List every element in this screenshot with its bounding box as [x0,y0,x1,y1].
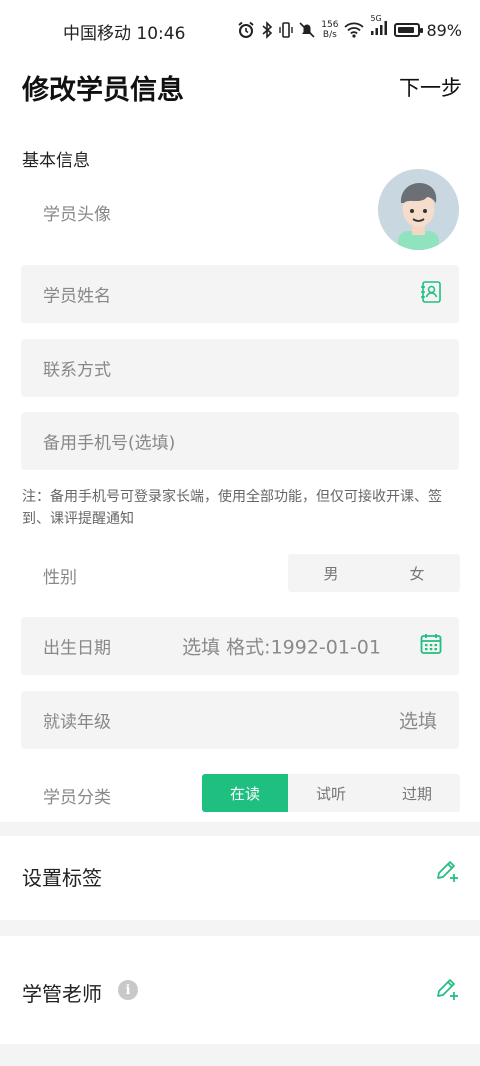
category-selector: 在读 试听 过期 [202,774,460,812]
grade-placeholder: 选填 [398,710,437,733]
section-basic-info: 基本信息 [22,151,90,171]
status-icons: 156 B/s 5G 89% [237,14,462,46]
birthday-placeholder: 选填 格式:1992-01-01 [182,636,381,659]
student-name-field[interactable]: 学员姓名 [21,265,459,323]
grade-label: 就读年级 [43,712,111,733]
page-header: 修改学员信息 下一步 [0,66,480,110]
gender-label: 性别 [43,568,77,588]
status-bar: 中国移动 10:46 156 B/s 5G 89% [0,0,480,60]
category-option-trial[interactable]: 试听 [288,774,374,812]
mute-bell-icon [299,22,315,38]
grade-field[interactable]: 就读年级 选填 [21,691,459,749]
wifi-icon [344,22,365,38]
backup-phone-note: 注：备用手机号可登录家长端，使用全部功能，但仅可接收开课、签到、课评提醒通知 [22,489,442,527]
birthday-field[interactable]: 出生日期 选填 格式:1992-01-01 [21,617,459,675]
info-icon[interactable]: i [118,980,138,1000]
gender-selector: 男 女 [288,554,460,592]
category-option-expired[interactable]: 过期 [374,774,460,812]
net-speed: 156 B/s [321,20,339,40]
gender-option-female[interactable]: 女 [374,554,460,592]
edit-tags-icon[interactable] [434,858,460,888]
student-avatar[interactable] [378,169,459,250]
battery-icon [394,23,424,37]
edit-student-screen: 中国移动 10:46 156 B/s 5G 89% 修改学员信息 下一步 基本信… [0,0,480,1066]
edit-teacher-icon[interactable] [434,976,460,1006]
section-divider [0,920,480,936]
bluetooth-icon [262,21,273,39]
vibrate-icon [279,22,293,38]
category-label: 学员分类 [43,788,111,808]
signal-indicator: 5G [370,14,388,40]
category-option-enrolled[interactable]: 在读 [202,774,288,812]
alarm-icon [238,21,254,38]
default-avatar-icon [378,169,459,250]
avatar-label: 学员头像 [43,205,111,225]
teacher-label: 学管老师 [22,982,102,1006]
contact-field[interactable]: 联系方式 [21,339,459,397]
gender-option-male[interactable]: 男 [288,554,374,592]
next-step-button[interactable]: 下一步 [399,72,462,102]
section-divider [0,822,480,836]
calendar-icon[interactable] [419,632,443,660]
bottom-band [0,1044,480,1066]
page-title: 修改学员信息 [22,75,184,106]
network-type: 5G [370,14,382,23]
backup-phone-field[interactable]: 备用手机号(选填) [21,412,459,470]
contact-placeholder: 联系方式 [43,360,111,381]
carrier-time: 中国移动 10:46 [63,24,186,44]
student-name-placeholder: 学员姓名 [43,286,111,307]
set-tags-label: 设置标签 [22,866,102,890]
contact-card-icon[interactable] [419,280,443,308]
birthday-label: 出生日期 [43,638,111,659]
backup-phone-placeholder: 备用手机号(选填) [43,433,176,454]
battery-level: 89% [426,20,462,40]
